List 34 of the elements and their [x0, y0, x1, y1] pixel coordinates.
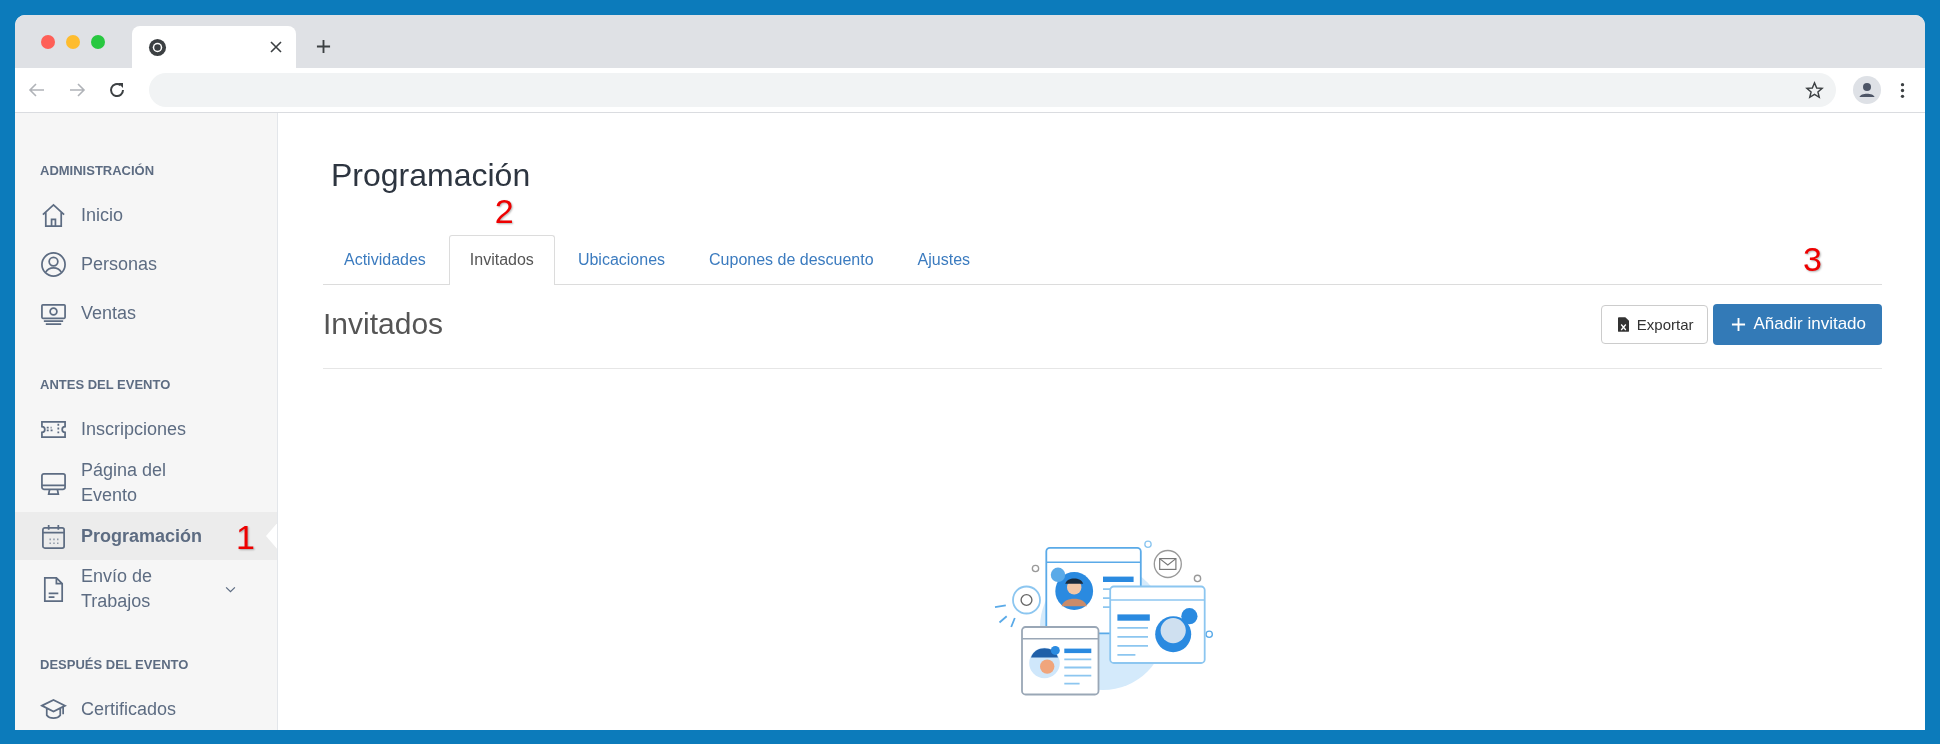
annotation-number: 3	[1803, 241, 1822, 276]
sidebar-item[interactable]: Ventas	[15, 289, 277, 338]
annotation-number: 1	[236, 520, 255, 554]
export-button[interactable]: Exportar	[1600, 304, 1708, 344]
tab[interactable]: Cupones de descuento	[688, 235, 895, 284]
home-icon	[40, 202, 67, 229]
section-title: Invitados	[323, 307, 444, 341]
tab[interactable]: Ubicaciones	[556, 235, 687, 284]
close-tab-icon[interactable]	[270, 41, 282, 53]
sidebar-section-title: ANTES DEL EVENTO	[39, 377, 172, 393]
new-tab-icon[interactable]	[316, 39, 331, 54]
calendar-icon	[40, 522, 67, 550]
sidebar-section-title: DESPUÉS DEL EVENTO	[39, 657, 190, 673]
sidebar-item[interactable]: Personas	[15, 240, 277, 289]
sidebar-item[interactable]: Inscripciones	[15, 405, 277, 454]
profile-icon[interactable]	[1853, 76, 1881, 104]
reload-icon[interactable]	[107, 80, 127, 100]
sidebar-section-title: ADMINISTRACIÓN	[39, 163, 156, 179]
excel-file-icon	[1617, 316, 1629, 332]
menu-icon[interactable]	[1900, 81, 1905, 99]
plus-icon	[1730, 316, 1746, 332]
person-icon	[40, 251, 67, 278]
sidebar-item[interactable]: Envío de Trabajos	[15, 560, 277, 618]
bookmark-star-icon[interactable]	[1805, 80, 1824, 100]
browser-logo-icon	[148, 37, 167, 57]
annotation-number: 2	[494, 194, 514, 228]
browser-tab[interactable]	[132, 26, 296, 68]
sidebar-item[interactable]: Página del Evento	[15, 454, 277, 512]
tab[interactable]: Ajustes	[896, 235, 992, 284]
sidebar-item[interactable]: Inicio	[15, 191, 277, 240]
sidebar-item[interactable]: Programación 1	[15, 512, 277, 560]
tab[interactable]: Actividades	[323, 235, 447, 284]
sidebar-item[interactable]: Certificados	[15, 685, 277, 730]
page-title: Programación	[331, 156, 532, 195]
